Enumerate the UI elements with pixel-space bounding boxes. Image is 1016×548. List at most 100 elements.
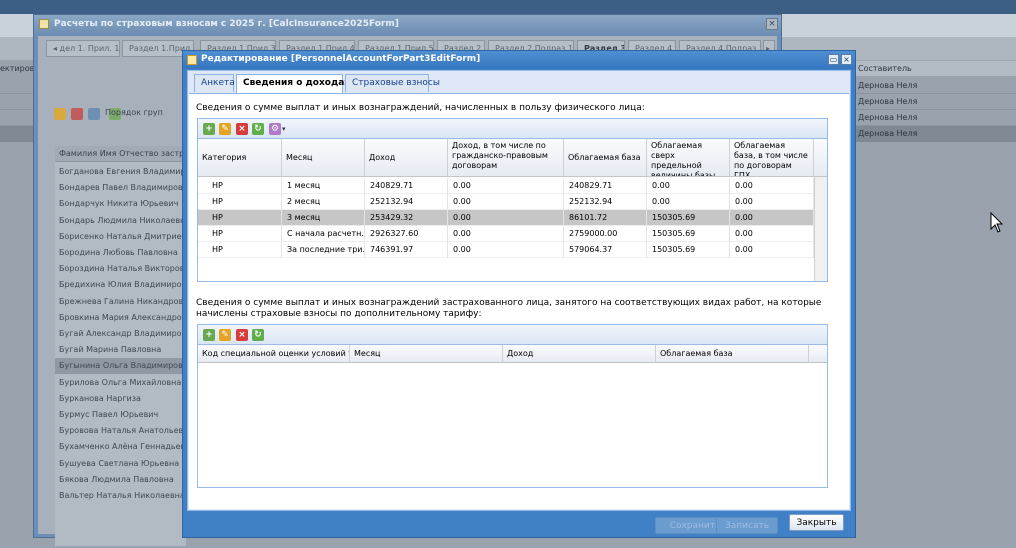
cell-income-gph: 0.00 [448, 242, 564, 258]
person-list-item[interactable]: Бугай Александр Владимирович [55, 326, 186, 342]
person-list-item[interactable]: Вальтер Наталья Николаевна [55, 488, 186, 504]
person-list-item[interactable]: Бухамченко Алёна Геннадьевна [55, 439, 186, 455]
close-button[interactable]: Закрыть [789, 514, 844, 531]
person-list-item[interactable]: Буровова Наталья Анатольевна [55, 423, 186, 439]
cell-income: 240829.71 [365, 178, 448, 194]
person-list-item[interactable]: Богданова Евгения Владимиров [55, 164, 186, 180]
table-row[interactable]: НР 2 месяц 252132.94 0.00 252132.94 0.00 0.00 [198, 194, 814, 210]
person-list-item[interactable]: Бровкина Мария Александровна [55, 310, 186, 326]
cell-taxable-gph: 0.00 [730, 226, 814, 242]
cell-taxable-base: 2759000.00 [564, 226, 647, 242]
refresh-icon[interactable]: ↻ [252, 123, 264, 135]
delete-icon[interactable] [71, 108, 83, 120]
background-author-cell: Дернова Неля [858, 81, 918, 90]
person-list-item[interactable]: Бугай Марина Павловна [55, 342, 186, 358]
edit-icon[interactable]: ✎ [219, 329, 231, 341]
group-order-label[interactable]: Порядок груп [105, 108, 163, 117]
background-author-cell: Дернова Неля [858, 97, 918, 106]
payments-grid: + ✎ × ↻ ⚙ ▾ Категория Месяц Доход Доход,… [197, 118, 828, 282]
column-header-taxable-base[interactable]: Облагаемая база [564, 139, 647, 176]
edit-icon[interactable] [54, 108, 66, 120]
table-row[interactable]: НР 3 месяц 253429.32 0.00 86101.72 150305.69 0… [198, 210, 814, 226]
table-row[interactable]: НР С начала расчетн... 2926327.60 0.00 27590… [198, 226, 814, 242]
column-header-taxable-gph[interactable]: Облагаемая база, в том числе по договора… [730, 139, 814, 176]
actions-menu-icon[interactable]: ⚙ [269, 123, 281, 135]
cell-income: 253429.32 [365, 210, 448, 226]
add-icon[interactable]: + [203, 329, 215, 341]
close-icon[interactable]: × [766, 18, 778, 30]
person-list-item[interactable]: Бороздина Наталья Викторовна [55, 261, 186, 277]
edit-window-body: Анкета Сведения о доходах Страховые взно… [187, 70, 851, 511]
tab-income[interactable]: Сведения о доходах [236, 74, 350, 94]
chevron-down-icon[interactable]: ▾ [282, 125, 286, 133]
edit-icon[interactable]: ✎ [219, 123, 231, 135]
column-header-over-limit[interactable]: Облагаемая сверх предельной величины баз… [647, 139, 730, 176]
tab-anketa[interactable]: Анкета [194, 74, 235, 92]
refresh-icon[interactable]: ↻ [252, 329, 264, 341]
column-header-month[interactable]: Месяц [350, 345, 503, 362]
additional-tariff-grid: + ✎ × ↻ Код специальной оценки условий т… [197, 324, 828, 488]
edit-window: Редактирование [PersonnelAccountForPart3… [182, 50, 856, 538]
table-row[interactable]: НР За последние три... 746391.97 0.00 579064… [198, 242, 814, 258]
delete-icon[interactable]: × [236, 329, 248, 341]
section1-caption: Сведения о сумме выплат и иных вознаграж… [196, 103, 645, 113]
tab-insurance-contributions[interactable]: Страховые взносы [345, 74, 440, 92]
person-list-item[interactable]: Бякова Людмила Павловна [55, 472, 186, 488]
maximize-icon[interactable]: ▭ [828, 54, 839, 65]
column-header-taxable-base[interactable]: Облагаемая база [656, 345, 809, 362]
list-header-fio[interactable]: Фамилия Имя Отчество застрахов [55, 146, 186, 162]
column-header-category[interactable]: Категория [198, 139, 282, 176]
cell-income-gph: 0.00 [448, 178, 564, 194]
column-header-income[interactable]: Доход [365, 139, 448, 176]
cell-taxable-gph: 0.00 [730, 194, 814, 210]
cell-income: 2926327.60 [365, 226, 448, 242]
cell-taxable-base: 579064.37 [564, 242, 647, 258]
mouse-cursor-icon [990, 212, 1004, 233]
edit-window-title[interactable]: Редактирование [PersonnelAccountForPart3… [183, 51, 855, 69]
table-row[interactable]: НР 1 месяц 240829.71 0.00 240829.71 0.00 0.00 [198, 178, 814, 194]
additional-grid-header: Код специальной оценки условий т... Меся… [198, 345, 827, 363]
apply-button[interactable]: Записать [716, 517, 778, 534]
person-list-item[interactable]: Борисенко Наталья Дмитриевна [55, 229, 186, 245]
cell-month: 1 месяц [282, 178, 365, 194]
person-list-item[interactable]: Бондарь Людмила Николаевна [55, 213, 186, 229]
people-list: Фамилия Имя Отчество застрахов Богданова… [55, 146, 186, 546]
calc-window-title[interactable]: Расчеты по страховым взносам с 2025 г. [… [34, 15, 781, 35]
cell-over-limit: 0.00 [647, 178, 730, 194]
column-header-sout-code[interactable]: Код специальной оценки условий т... [198, 345, 350, 362]
add-icon[interactable]: + [203, 123, 215, 135]
cell-month: 2 месяц [282, 194, 365, 210]
cell-category: НР [198, 194, 282, 210]
cell-taxable-base: 240829.71 [564, 178, 647, 194]
column-header-income[interactable]: Доход [503, 345, 656, 362]
background-header-author[interactable]: Составитель [858, 64, 912, 73]
person-list-item[interactable]: Бурилова Ольга Михайловна [55, 375, 186, 391]
cell-category: НР [198, 226, 282, 242]
payments-grid-scrollbar[interactable] [814, 177, 827, 281]
delete-icon[interactable]: × [236, 123, 248, 135]
tab-section-1-app-1[interactable]: ◂ дел 1. Прил. 1 [46, 40, 120, 57]
cell-income-gph: 0.00 [448, 194, 564, 210]
print-icon[interactable] [88, 108, 100, 120]
background-author-cell: Дернова Неля [858, 129, 918, 138]
payments-grid-toolbar: + ✎ × ↻ ⚙ ▾ [198, 119, 827, 139]
cell-category: НР [198, 178, 282, 194]
person-list-item[interactable]: Бурмус Павел Юрьевич [55, 407, 186, 423]
cell-income: 746391.97 [365, 242, 448, 258]
person-list-item[interactable]: Бредихина Юлия Владимировна [55, 277, 186, 293]
close-icon[interactable]: × [841, 54, 852, 65]
cell-category: НР [198, 242, 282, 258]
cell-over-limit: 150305.69 [647, 226, 730, 242]
person-list-item[interactable]: Бугынина Ольга Владимировна [55, 358, 186, 375]
cell-over-limit: 0.00 [647, 194, 730, 210]
column-header-income-gph[interactable]: Доход, в том числе по гражданско-правовы… [448, 139, 564, 176]
column-header-month[interactable]: Месяц [282, 139, 365, 176]
person-list-item[interactable]: Бондарев Павел Владимирович [55, 180, 186, 196]
person-list-item[interactable]: Бородина Любовь Павловна [55, 245, 186, 261]
person-list-item[interactable]: Бондарчук Никита Юрьевич [55, 196, 186, 212]
person-list-item[interactable]: Бушуева Светлана Юрьевна [55, 456, 186, 472]
background-author-cell: Дернова Неля [858, 113, 918, 122]
additional-grid-empty-body[interactable] [198, 363, 827, 487]
person-list-item[interactable]: Брежнева Галина Никандровна [55, 294, 186, 310]
person-list-item[interactable]: Бурканова Наргиза [55, 391, 186, 407]
